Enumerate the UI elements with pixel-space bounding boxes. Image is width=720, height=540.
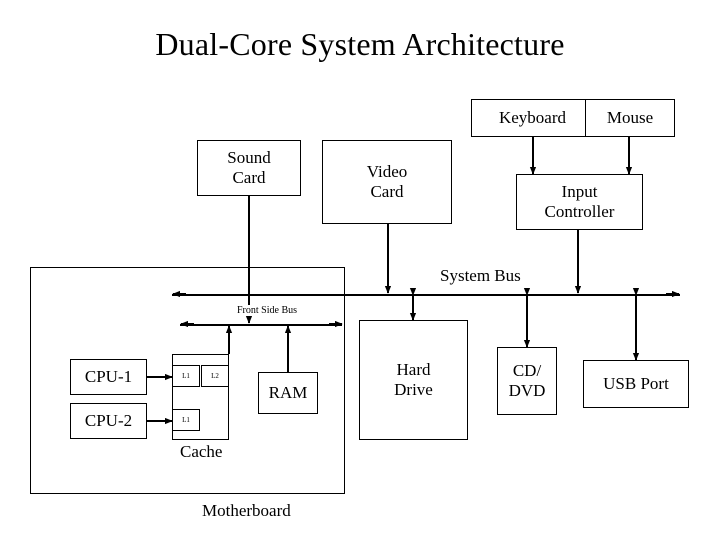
motherboard-outline-bottom: [30, 493, 345, 494]
motherboard-outline-top: [30, 267, 345, 268]
cd-dvd-label-line1: CD/: [512, 360, 542, 380]
cpu1-box[interactable]: CPU-1: [70, 359, 147, 395]
hard-drive-label-line2: Drive: [394, 380, 433, 399]
video-card-box[interactable]: Video Card: [322, 140, 452, 224]
input-controller-label-line1: Input: [561, 181, 598, 201]
cpu2-box[interactable]: CPU-2: [70, 403, 147, 439]
sound-card-label-line2: Card: [232, 168, 266, 187]
motherboard-outline-right: [344, 267, 345, 493]
mouse-box[interactable]: Mouse: [585, 99, 675, 137]
usb-port-label: USB Port: [603, 373, 669, 393]
ram-box[interactable]: RAM: [258, 372, 318, 414]
cpu2-label: CPU-2: [84, 410, 133, 430]
input-controller-box[interactable]: Input Controller: [516, 174, 643, 230]
keyboard-box[interactable]: Keyboard: [471, 99, 594, 137]
video-card-label-line1: Video: [366, 161, 408, 181]
front-side-bus-label: Front Side Bus: [236, 305, 299, 316]
sound-card-label-line1: Sound: [227, 147, 271, 167]
cpu2-l1-cache-slot[interactable]: L1: [172, 409, 200, 431]
cd-dvd-box[interactable]: CD/ DVD: [497, 347, 557, 415]
motherboard-outline-left: [30, 267, 31, 493]
cpu1-l2-cache-label: L2: [211, 372, 219, 380]
system-bus-line: [172, 294, 680, 296]
connector-arrows: [139, 129, 680, 425]
hard-drive-box[interactable]: Hard Drive: [359, 320, 468, 440]
page-title: Dual-Core System Architecture: [155, 26, 565, 62]
cpu1-l1-cache-label: L1: [182, 372, 190, 380]
cpu2-l1-cache-label: L1: [182, 416, 190, 424]
motherboard-label: Motherboard: [202, 501, 291, 520]
cd-dvd-label-line2: DVD: [508, 381, 546, 400]
sound-card-box[interactable]: Sound Card: [197, 140, 301, 196]
ram-label: RAM: [268, 382, 308, 402]
input-controller-label-line2: Controller: [544, 202, 615, 221]
cache-label: Cache: [180, 442, 223, 461]
system-bus-label: System Bus: [440, 266, 521, 285]
hard-drive-label-line1: Hard: [396, 359, 431, 379]
keyboard-label: Keyboard: [498, 107, 567, 127]
usb-port-box[interactable]: USB Port: [583, 360, 689, 408]
video-card-label-line2: Card: [370, 182, 404, 201]
cpu1-label: CPU-1: [84, 366, 133, 386]
cpu1-l2-cache-slot[interactable]: L2: [201, 365, 229, 387]
diagram-canvas: Dual-Core System Architecture Keyboard M…: [0, 0, 720, 540]
mouse-label: Mouse: [606, 107, 654, 127]
front-side-bus-line: [180, 324, 342, 326]
cpu1-l1-cache-slot[interactable]: L1: [172, 365, 200, 387]
